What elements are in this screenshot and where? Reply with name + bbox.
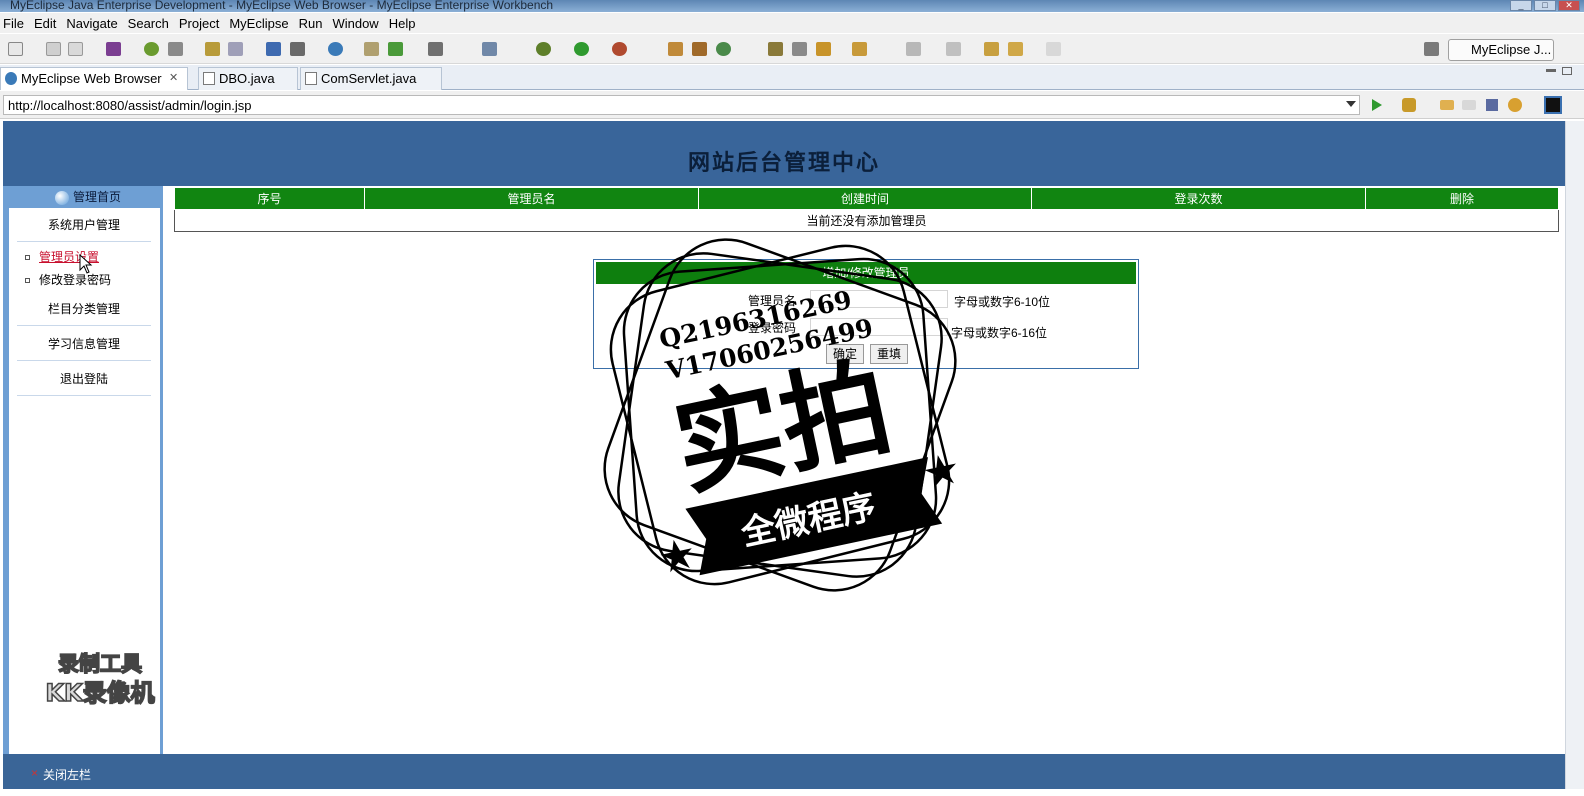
prev-annotation-icon[interactable]: [946, 42, 961, 56]
sidebar-item-label: 修改登录密码: [39, 273, 112, 287]
bullet-icon: [25, 255, 30, 261]
sidebar-item-change-password[interactable]: 修改登录密码: [25, 271, 111, 288]
menu-window[interactable]: Window: [329, 16, 385, 31]
column-header: 序号: [174, 187, 365, 210]
tab-myeclipse-web-browser[interactable]: MyEclipse Web Browser ✕: [0, 67, 188, 90]
pin-icon[interactable]: [792, 42, 807, 56]
bug-icon[interactable]: [144, 42, 159, 56]
menu-myeclipse[interactable]: MyEclipse: [226, 16, 295, 31]
java-file-icon: [203, 72, 215, 85]
refresh-icon[interactable]: [388, 42, 403, 56]
menu-run[interactable]: Run: [296, 16, 330, 31]
browser-address-bar: [0, 91, 1584, 119]
globe-icon[interactable]: [328, 42, 343, 56]
server-stop-icon[interactable]: [290, 42, 305, 56]
save-icon[interactable]: [46, 42, 61, 56]
sidebar-item-system-users[interactable]: 系统用户管理: [17, 208, 151, 242]
stamp-watermark: Q2196316269 V17060256499 实拍 全微程序: [603, 238, 957, 592]
mouse-cursor-icon: [79, 254, 93, 274]
maximize-button[interactable]: □: [1534, 0, 1556, 11]
last-edit-icon[interactable]: [984, 42, 999, 56]
external-tools-icon[interactable]: [612, 42, 627, 56]
menu-project[interactable]: Project: [176, 16, 226, 31]
perspective-button[interactable]: MyEclipse J...: [1448, 39, 1554, 61]
close-window-button[interactable]: ✕: [1558, 0, 1580, 11]
recorder-watermark: 录制工具 KK录像机: [30, 650, 170, 712]
back-icon[interactable]: [1440, 100, 1454, 110]
lock-icon[interactable]: [168, 42, 183, 56]
open-type-icon[interactable]: [768, 42, 783, 56]
sidebar-home[interactable]: 管理首页: [3, 186, 163, 208]
tab-label: DBO.java: [219, 71, 275, 86]
sidebar-item-learning-info[interactable]: 学习信息管理: [17, 327, 151, 361]
tab-dbo-java[interactable]: DBO.java: [198, 67, 298, 90]
sidebar-item-logout[interactable]: 退出登陆: [17, 362, 151, 396]
print-icon[interactable]: [68, 42, 83, 56]
run-icon[interactable]: [574, 42, 589, 56]
forward-icon[interactable]: [1462, 100, 1476, 110]
table-header-row: 序号 管理员名 创建时间 登录次数 删除: [174, 187, 1559, 210]
new-icon[interactable]: [8, 42, 23, 56]
deploy-icon[interactable]: [205, 42, 220, 56]
bullet-icon: [25, 278, 30, 284]
menu-edit[interactable]: Edit: [31, 16, 63, 31]
close-left-panel-link[interactable]: 关闭左栏: [43, 766, 91, 783]
sidebar-item-category-management[interactable]: 栏目分类管理: [17, 292, 151, 326]
maximize-view-icon[interactable]: [1562, 67, 1572, 75]
new-ejb-icon[interactable]: [692, 42, 707, 56]
menu-navigate[interactable]: Navigate: [63, 16, 124, 31]
column-header: 创建时间: [698, 187, 1032, 210]
column-header: 删除: [1365, 187, 1559, 210]
close-tab-icon[interactable]: ✕: [169, 68, 178, 89]
window-controls: _ □ ✕: [1510, 0, 1580, 12]
tab-label: ComServlet.java: [321, 71, 417, 86]
sidebar-home-label: 管理首页: [72, 190, 121, 204]
new-web-project-icon[interactable]: [668, 42, 683, 56]
back-icon[interactable]: [1008, 42, 1023, 56]
tab-label: MyEclipse Web Browser: [21, 71, 162, 86]
new-app-icon[interactable]: [716, 42, 731, 56]
minimize-view-icon[interactable]: [1546, 69, 1556, 72]
menu-help[interactable]: Help: [386, 16, 423, 31]
site-header: 网站后台管理中心: [3, 121, 1565, 186]
wizard-icon[interactable]: [228, 42, 243, 56]
new-class-icon[interactable]: [482, 42, 497, 56]
main-toolbar: [0, 34, 1584, 64]
minimize-button[interactable]: _: [1510, 0, 1532, 11]
watermark-line: 录制工具: [57, 651, 143, 677]
page-footer: × 关闭左栏: [3, 754, 1565, 789]
tools-icon[interactable]: [1402, 98, 1416, 112]
close-icon: ×: [31, 766, 39, 780]
open-resource-icon[interactable]: [816, 42, 831, 56]
display-icon[interactable]: [1544, 96, 1562, 114]
folder-icon[interactable]: [852, 42, 867, 56]
forward-icon[interactable]: [1046, 42, 1061, 56]
page-title: 网站后台管理中心: [687, 150, 880, 176]
column-header: 登录次数: [1031, 187, 1366, 210]
server-icon[interactable]: [266, 42, 281, 56]
chevron-down-icon[interactable]: [1346, 101, 1356, 107]
menu-bar: File Edit Navigate Search Project MyEcli…: [0, 13, 1584, 33]
go-icon[interactable]: [1372, 99, 1382, 111]
stop-icon[interactable]: [1486, 99, 1498, 111]
next-annotation-icon[interactable]: [906, 42, 921, 56]
tab-comservlet-java[interactable]: ComServlet.java: [300, 67, 442, 90]
menu-search[interactable]: Search: [125, 16, 176, 31]
refresh-icon[interactable]: [1508, 98, 1522, 112]
open-folder-icon[interactable]: [364, 42, 379, 56]
globe-icon: [54, 190, 69, 205]
url-input[interactable]: [3, 95, 1360, 115]
watermark-line: KK录像机: [45, 678, 156, 708]
vertical-scrollbar[interactable]: [1565, 121, 1584, 789]
debug-icon[interactable]: [536, 42, 551, 56]
open-perspective-icon[interactable]: [1424, 42, 1439, 56]
globe-icon: [5, 72, 17, 85]
column-header: 管理员名: [364, 187, 699, 210]
editor-tabs: MyEclipse Web Browser ✕ DBO.java ComServ…: [0, 65, 1584, 90]
menu-file[interactable]: File: [0, 16, 31, 31]
java-file-icon: [305, 72, 317, 85]
package-icon[interactable]: [106, 42, 121, 56]
camera-icon[interactable]: [428, 42, 443, 56]
window-title: MyEclipse Java Enterprise Development - …: [0, 0, 1584, 12]
